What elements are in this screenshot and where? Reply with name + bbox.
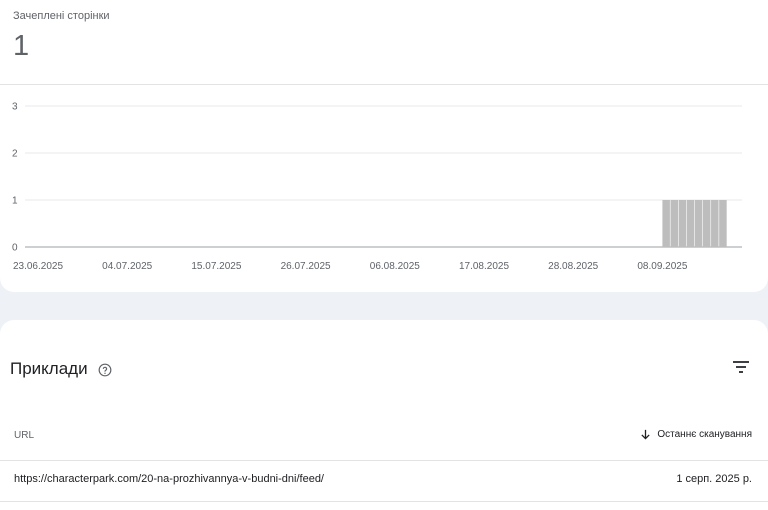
examples-title: Приклади: [10, 359, 88, 378]
y-tick-label: 2: [12, 149, 18, 160]
divider: [0, 460, 768, 461]
bar: [694, 200, 703, 247]
x-tick-label: 08.09.2025: [637, 261, 687, 272]
metric-value: 1: [13, 30, 30, 62]
y-tick-label: 0: [12, 243, 18, 254]
affected-pages-card: Зачеплені сторінки 1 0 1 2 3 23.06.2025 04.07…: [0, 0, 768, 292]
bar: [678, 200, 687, 247]
affected-pages-chart: 0 1 2 3 23.06.2025 04.07.2025 15.07.2025 26.07.…: [12, 102, 742, 272]
example-last-crawl-date: 1 серп. 2025 р.: [676, 473, 752, 485]
column-header-last-crawl[interactable]: Останнє сканування: [640, 429, 752, 440]
last-crawl-label: Останнє сканування: [657, 429, 752, 440]
column-header-url[interactable]: URL: [14, 430, 34, 441]
divider: [0, 501, 768, 502]
bar: [662, 200, 670, 247]
y-tick-label: 1: [12, 196, 18, 207]
arrow-down-icon: [641, 429, 650, 440]
example-url[interactable]: https://characterpark.com/20-na-prozhiva…: [14, 473, 324, 485]
help-circle-icon[interactable]: [98, 363, 112, 377]
bar: [719, 200, 727, 247]
y-tick-label: 3: [12, 102, 18, 113]
divider: [0, 84, 768, 85]
x-tick-label: 23.06.2025: [13, 261, 63, 272]
bar: [670, 200, 679, 247]
x-tick-label: 28.08.2025: [548, 261, 598, 272]
examples-card: Приклади URL Останнє сканування https://…: [0, 320, 768, 510]
filter-icon[interactable]: [732, 359, 750, 375]
bar: [702, 200, 711, 247]
x-tick-label: 06.08.2025: [370, 261, 420, 272]
bar: [711, 200, 719, 247]
metric-label: Зачеплені сторінки: [13, 10, 110, 22]
x-tick-label: 15.07.2025: [191, 261, 241, 272]
x-tick-label: 17.08.2025: [459, 261, 509, 272]
x-tick-label: 04.07.2025: [102, 261, 152, 272]
x-tick-label: 26.07.2025: [281, 261, 331, 272]
bar: [686, 200, 695, 247]
